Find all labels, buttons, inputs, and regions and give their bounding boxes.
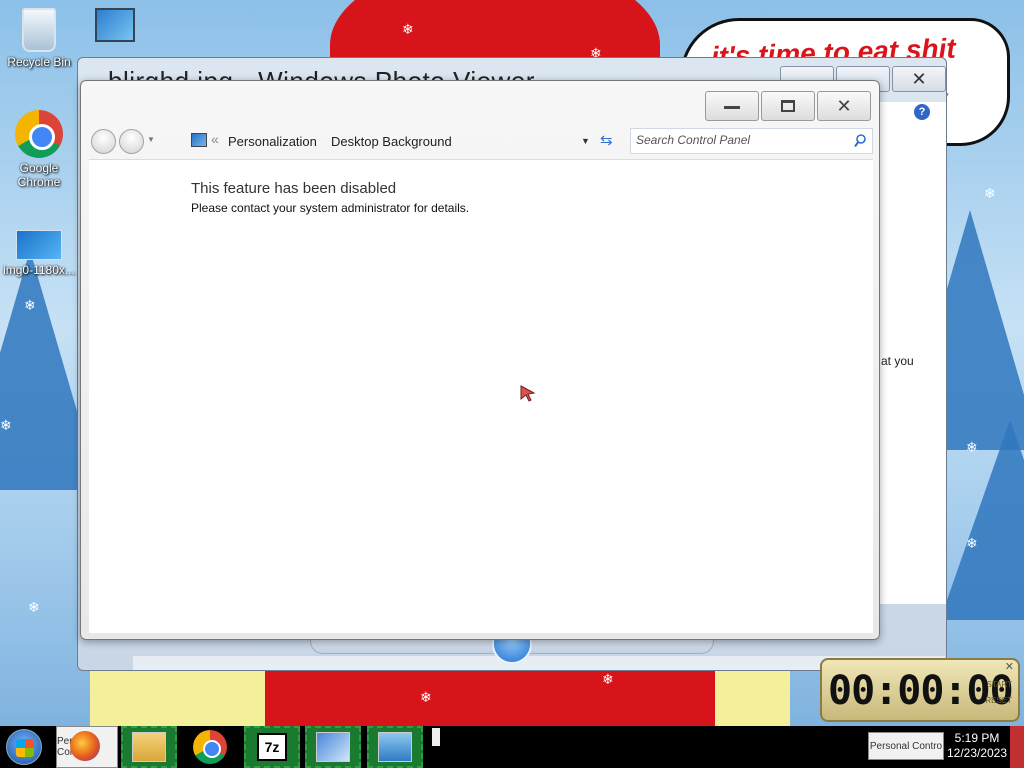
navigation-bar: ▼ « Personalization Desktop Background ▼… <box>89 127 873 157</box>
snowflake-icon: ❄ <box>0 417 12 433</box>
minimize-icon <box>724 105 740 109</box>
snowflake-icon: ❄ <box>420 689 432 705</box>
snowflake-icon: ❄ <box>402 21 414 37</box>
mouse-cursor-icon <box>520 385 536 402</box>
show-desktop-button[interactable] <box>1010 726 1024 768</box>
forward-button[interactable] <box>119 129 144 154</box>
desktop-icon-shortcut[interactable] <box>76 8 154 45</box>
breadcrumb-desktop-background[interactable]: Desktop Background <box>331 134 452 149</box>
desktop-icon-label: img0-1180x... <box>3 263 75 277</box>
firefox-icon <box>70 731 100 761</box>
stopwatch-start-button[interactable]: START <box>987 680 1012 689</box>
snowflake-icon: ❄ <box>966 439 978 455</box>
photo-viewer-icon <box>378 732 412 762</box>
disabled-message-body: Please contact your system administrator… <box>191 201 470 215</box>
snowflake-icon: ❄ <box>984 185 996 201</box>
taskbar: Personal Cont 7z Personal Contro 5:19 PM… <box>0 726 1024 768</box>
desktop-icon-label: Google Chrome <box>17 161 61 189</box>
help-icon[interactable]: ? <box>914 104 930 120</box>
search-input[interactable] <box>636 133 841 147</box>
content-area: This feature has been disabled Please co… <box>89 159 873 633</box>
image-file-icon <box>16 230 62 260</box>
window-controls: ✕ <box>705 91 871 121</box>
photo-viewer-side-panel <box>880 102 946 604</box>
back-button[interactable] <box>91 129 116 154</box>
snowflake-icon: ❄ <box>966 535 978 551</box>
taskbar-item-chrome[interactable] <box>182 726 238 768</box>
tray-ghost-item[interactable]: Personal Contro <box>868 732 944 760</box>
7zip-icon: 7z <box>257 733 287 761</box>
tree-shape <box>940 420 1024 620</box>
gadget-close-icon[interactable]: ✕ <box>1005 660 1014 673</box>
recycle-bin-icon <box>22 8 56 52</box>
clock-time: 5:19 PM <box>954 731 1000 745</box>
snowflake-icon: ❄ <box>24 297 36 313</box>
maximize-icon <box>781 100 795 112</box>
desktop-icon-label: Recycle Bin <box>7 55 71 69</box>
photo-viewer-text-fragment: at you <box>881 354 914 368</box>
taskbar-item-control-panel[interactable] <box>305 726 361 768</box>
chrome-icon <box>193 730 227 764</box>
control-panel-icon <box>316 732 350 762</box>
desktop-icon-chrome[interactable]: Google Chrome <box>0 110 78 189</box>
snowflake-icon: ❄ <box>602 671 614 687</box>
control-panel-window[interactable]: ✕ ▼ « Personalization Desktop Background… <box>80 80 880 640</box>
tray-ghost-label: Personal Contro <box>869 740 943 752</box>
windows-logo-icon <box>16 739 34 757</box>
shortcut-monitor-icon <box>95 8 135 42</box>
minimize-button[interactable] <box>705 91 759 121</box>
system-clock[interactable]: 5:19 PM 12/23/2023 <box>946 731 1008 761</box>
breadcrumb-personalization[interactable]: Personalization <box>228 134 317 149</box>
search-box <box>630 128 873 154</box>
address-dropdown-icon[interactable]: ▼ <box>581 136 590 146</box>
taskbar-item-file-explorer[interactable] <box>121 726 177 768</box>
stopwatch-time: 00:00:00 <box>828 668 1014 714</box>
photo-viewer-close-button[interactable]: ✕ <box>892 66 946 92</box>
stopwatch-gadget[interactable]: 00:00:00 START RESET ✕ <box>820 658 1020 722</box>
taskbar-item-7zip[interactable]: 7z <box>244 726 300 768</box>
maximize-button[interactable] <box>761 91 815 121</box>
start-button[interactable] <box>6 729 42 765</box>
control-panel-icon <box>191 133 207 147</box>
desktop-icon-recycle-bin[interactable]: Recycle Bin <box>0 8 78 69</box>
search-icon[interactable] <box>854 134 866 148</box>
snowflake-icon: ❄ <box>28 599 40 615</box>
clock-date: 12/23/2023 <box>946 746 1008 760</box>
close-icon: ✕ <box>836 95 852 117</box>
desktop-icon-image-file[interactable]: img0-1180x... <box>0 230 78 277</box>
taskbar-divider <box>432 728 440 746</box>
stopwatch-reset-button[interactable]: RESET <box>985 696 1012 705</box>
taskbar-item-photo-viewer[interactable] <box>367 726 423 768</box>
breadcrumb-overflow[interactable]: « <box>211 131 219 147</box>
refresh-icon[interactable]: ⇆ <box>600 131 613 149</box>
chrome-icon <box>15 110 63 158</box>
close-button[interactable]: ✕ <box>817 91 871 121</box>
folder-icon <box>132 732 166 762</box>
disabled-message-title: This feature has been disabled <box>191 180 397 197</box>
recent-pages-dropdown-icon[interactable]: ▼ <box>147 135 155 144</box>
